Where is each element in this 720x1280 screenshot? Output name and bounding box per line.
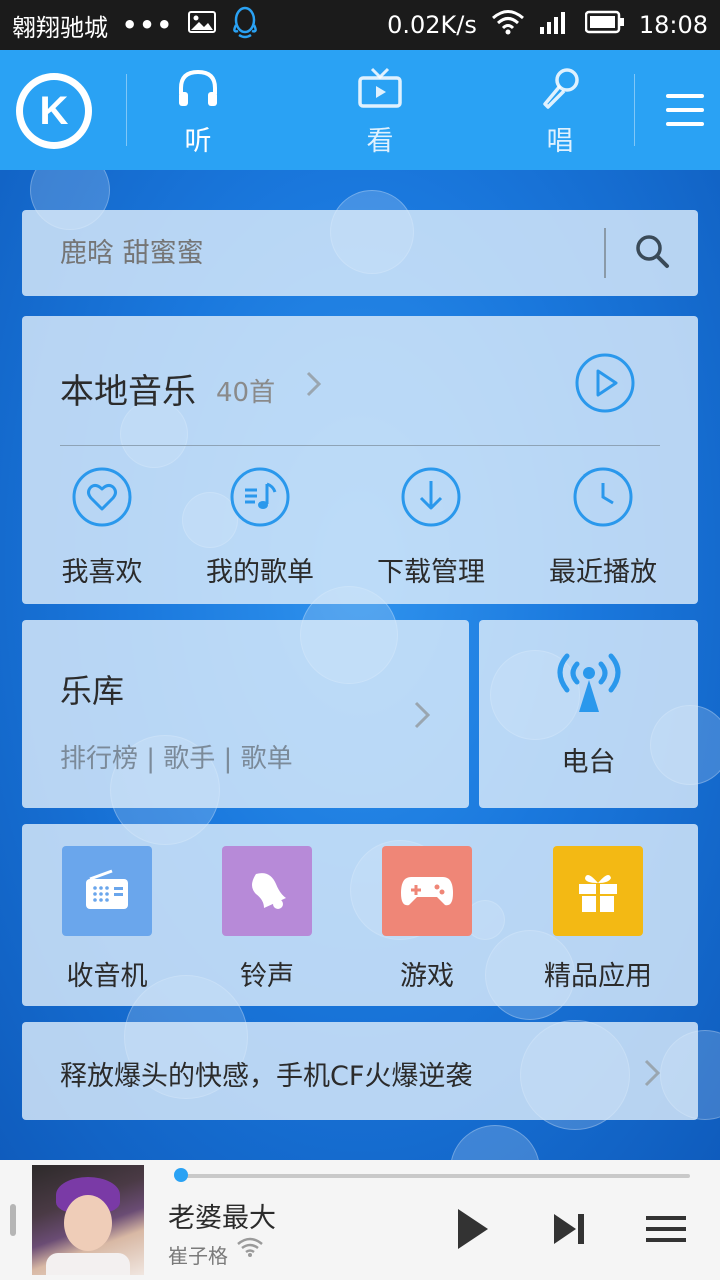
local-music-card: 本地音乐 40首 我喜欢 我的歌单 下载管理 最近播放	[22, 316, 698, 604]
wifi-icon	[236, 1236, 264, 1262]
kugou-logo[interactable]: K	[16, 73, 92, 149]
app-label: 游戏	[400, 961, 454, 992]
chevron-right-icon	[642, 1058, 662, 1092]
progress-knob[interactable]	[174, 1168, 188, 1182]
mini-player: 老婆最大 崔子格	[0, 1160, 720, 1280]
app-label: 铃声	[240, 961, 294, 992]
library-title: 乐库	[60, 672, 125, 710]
drag-handle[interactable]	[10, 1204, 16, 1236]
artist-name: 崔子格	[168, 1244, 228, 1268]
promo-banner[interactable]: 释放爆头的快感，手机CF火爆逆袭	[22, 1022, 698, 1120]
download-icon	[400, 466, 462, 532]
tab-sing[interactable]: 唱	[510, 66, 610, 158]
broadcast-icon	[551, 650, 627, 716]
clock-time: 18:08	[638, 11, 708, 39]
status-bar: 翱翔驰城 ••• 0.02K/s 18:08	[0, 0, 720, 50]
tab-sing-label: 唱	[546, 126, 574, 157]
signal-icon	[539, 9, 571, 41]
radio-label: 电台	[561, 747, 616, 778]
nav-divider	[126, 74, 127, 146]
app-featured[interactable]: 精品应用	[523, 846, 673, 993]
gamepad-icon	[382, 846, 472, 936]
quick-link-label: 下载管理	[377, 557, 485, 588]
tab-watch[interactable]: 看	[330, 66, 430, 158]
quick-link-label: 我的歌单	[206, 557, 314, 588]
tab-listen[interactable]: 听	[148, 66, 248, 158]
divider	[60, 445, 660, 446]
local-music-count: 40首	[216, 378, 276, 408]
app-ringtone[interactable]: 铃声	[192, 846, 342, 993]
tab-listen-label: 听	[184, 126, 212, 157]
logo-letter: K	[23, 80, 85, 142]
album-cover[interactable]	[32, 1165, 144, 1275]
menu-icon[interactable]	[666, 94, 704, 126]
gift-icon	[553, 846, 643, 936]
notification-dots: •••	[122, 11, 175, 39]
quick-link-playlists[interactable]: 我的歌单	[190, 466, 330, 589]
play-button[interactable]	[452, 1206, 492, 1256]
bell-icon	[222, 846, 312, 936]
search-button[interactable]	[606, 210, 698, 296]
headphones-icon	[175, 66, 221, 119]
clock-icon	[572, 466, 634, 532]
local-music-title[interactable]: 本地音乐	[60, 364, 196, 413]
tab-watch-label: 看	[366, 126, 394, 157]
playlist-icon	[229, 466, 291, 532]
app-radio[interactable]: 收音机	[32, 846, 182, 993]
top-navigation: K 听 看 唱	[0, 50, 720, 170]
quick-link-label: 我喜欢	[61, 557, 143, 588]
search-input[interactable]	[22, 210, 604, 296]
app-games[interactable]: 游戏	[352, 846, 502, 993]
song-title: 老婆最大	[168, 1203, 276, 1234]
promo-text: 释放爆头的快感，手机CF火爆逆袭	[60, 1061, 473, 1092]
apps-card: 收音机 铃声 游戏 精品应用	[22, 824, 698, 1006]
radio-station-card[interactable]: 电台	[479, 620, 698, 808]
search-icon	[634, 233, 670, 273]
quick-link-favorites[interactable]: 我喜欢	[32, 466, 172, 589]
progress-bar[interactable]	[180, 1174, 690, 1178]
nav-divider	[634, 74, 635, 146]
search-bar	[22, 210, 698, 296]
wifi-icon	[491, 9, 525, 41]
library-subtitle: 排行榜 | 歌手 | 歌单	[60, 744, 293, 774]
quick-link-downloads[interactable]: 下载管理	[361, 466, 501, 589]
app-label: 精品应用	[544, 961, 652, 992]
network-speed: 0.02K/s	[387, 11, 477, 39]
playlist-queue-icon[interactable]	[646, 1214, 686, 1248]
next-track-icon[interactable]	[552, 1212, 588, 1250]
music-library-card[interactable]: 乐库 排行榜 | 歌手 | 歌单	[22, 620, 469, 808]
qq-icon	[230, 5, 260, 45]
chevron-right-icon	[412, 700, 432, 734]
play-circle-icon	[574, 353, 636, 418]
tv-icon	[357, 66, 403, 119]
radio-icon	[62, 846, 152, 936]
battery-icon	[584, 10, 625, 40]
microphone-icon	[537, 66, 583, 119]
quick-link-label: 最近播放	[549, 557, 657, 588]
chevron-right-icon[interactable]	[304, 370, 324, 402]
app-label: 收音机	[66, 961, 148, 992]
carrier-name: 翱翔驰城	[12, 13, 108, 42]
play-all-button[interactable]	[574, 352, 636, 414]
quick-link-recent[interactable]: 最近播放	[533, 466, 673, 589]
heart-icon	[71, 466, 133, 532]
image-icon	[188, 10, 217, 40]
